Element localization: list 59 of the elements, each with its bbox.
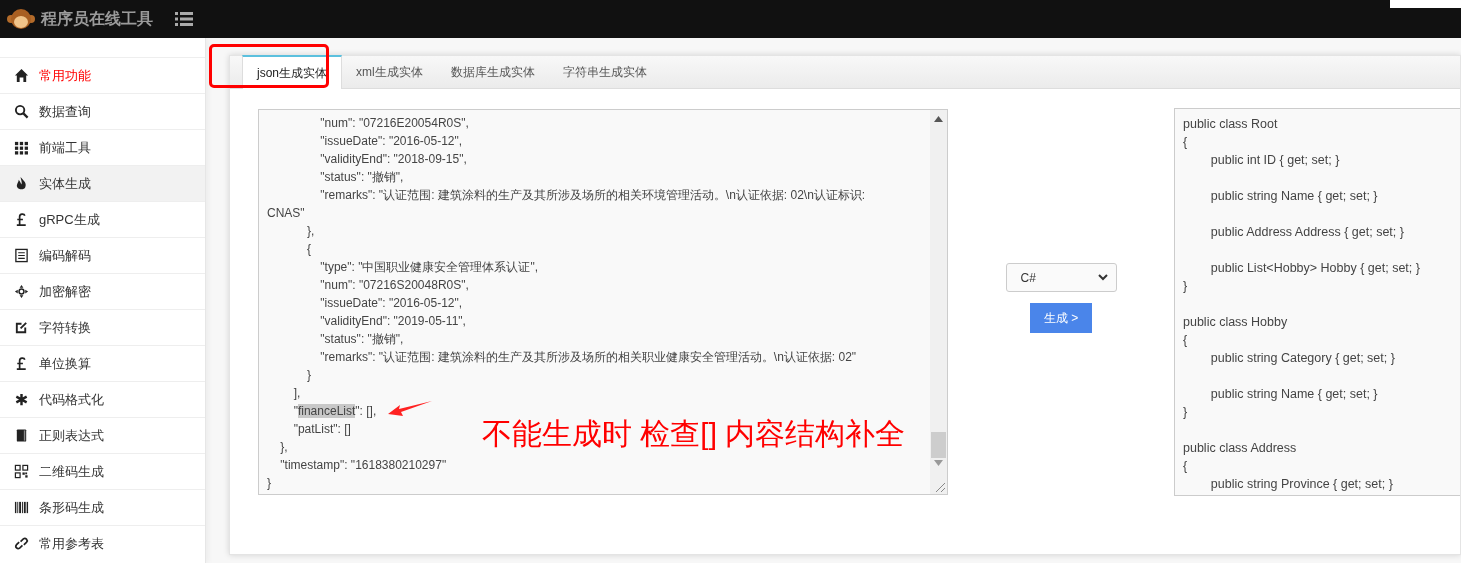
book-icon (14, 428, 29, 443)
sidebar-item[interactable]: 字符转换 (0, 309, 205, 345)
sidebar-item[interactable]: 单位换算 (0, 345, 205, 381)
arrows-icon (14, 284, 29, 299)
sidebar-item[interactable]: 编码解码 (0, 237, 205, 273)
sidebar-item[interactable]: 条形码生成 (0, 489, 205, 525)
code-line: public string Category { get; set; } (1209, 350, 1395, 367)
sidebar-item[interactable]: 常用功能 (0, 57, 205, 93)
sidebar-item[interactable]: 加密解密 (0, 273, 205, 309)
language-select[interactable]: C# (1005, 263, 1117, 292)
sidebar-item[interactable]: 代码格式化 (0, 381, 205, 417)
search-icon (14, 104, 29, 119)
selected-text: financeList (297, 404, 356, 418)
sidebar-item[interactable]: 数据查询 (0, 93, 205, 129)
code-line: public string Name { get; set; } (1209, 188, 1378, 205)
tab[interactable]: 数据库生成实体 (436, 57, 549, 88)
generate-button[interactable]: 生成 > (1030, 303, 1092, 333)
flame-icon (14, 176, 29, 191)
sidebar-item[interactable]: 常用参考表 (0, 525, 205, 561)
link-icon (14, 536, 29, 551)
sidebar-item[interactable]: 实体生成 (0, 165, 205, 201)
home-icon (14, 68, 29, 83)
pound-icon (14, 212, 29, 227)
code-line: public class Hobby (1183, 314, 1288, 331)
code-line: public string Province { get; set; } (1209, 476, 1393, 493)
barcode-icon (14, 500, 29, 515)
pound-icon (14, 356, 29, 371)
code-line: } (1183, 404, 1188, 421)
tab[interactable]: 字符串生成实体 (548, 57, 661, 88)
qr-code-icon (14, 464, 29, 479)
grid-icon (14, 140, 29, 155)
edit-icon (14, 320, 29, 335)
site-title: 程序员在线工具 (41, 8, 153, 29)
code-line: public string Name { get; set; } (1209, 386, 1378, 403)
asterisk-icon (14, 392, 29, 407)
sidebar-item[interactable]: 正则表达式 (0, 417, 205, 453)
arrow-icon (388, 400, 432, 418)
sidebar-item[interactable]: 二维码生成 (0, 453, 205, 489)
tab[interactable]: xml生成实体 (342, 57, 437, 88)
annotation-text: 不能生成时 检查[] 内容结构补全 (482, 416, 906, 452)
code-line: public class Root (1183, 116, 1278, 133)
chevron-down-icon (1097, 274, 1108, 281)
code-line: { (1183, 332, 1188, 349)
code-output-field[interactable] (1174, 108, 1460, 496)
list-icon (14, 248, 29, 263)
menu-icon[interactable] (175, 11, 193, 27)
scroll-down-icon[interactable] (934, 460, 943, 466)
code-line: public List<Hobby> Hobby { get; set; } (1209, 260, 1420, 277)
code-line: public Address Address { get; set; } (1209, 224, 1404, 241)
scrollbar-thumb[interactable] (931, 432, 946, 458)
code-line: } (1183, 278, 1188, 295)
scrollbar[interactable] (930, 110, 947, 494)
code-line: public int ID { get; set; } (1209, 152, 1340, 169)
sidebar-item[interactable]: gRPC生成 (0, 201, 205, 237)
header-box (1390, 0, 1461, 8)
code-line: { (1183, 134, 1188, 151)
code-line: { (1183, 458, 1188, 475)
scroll-up-icon[interactable] (934, 116, 943, 122)
code-line: public class Address (1183, 440, 1297, 457)
